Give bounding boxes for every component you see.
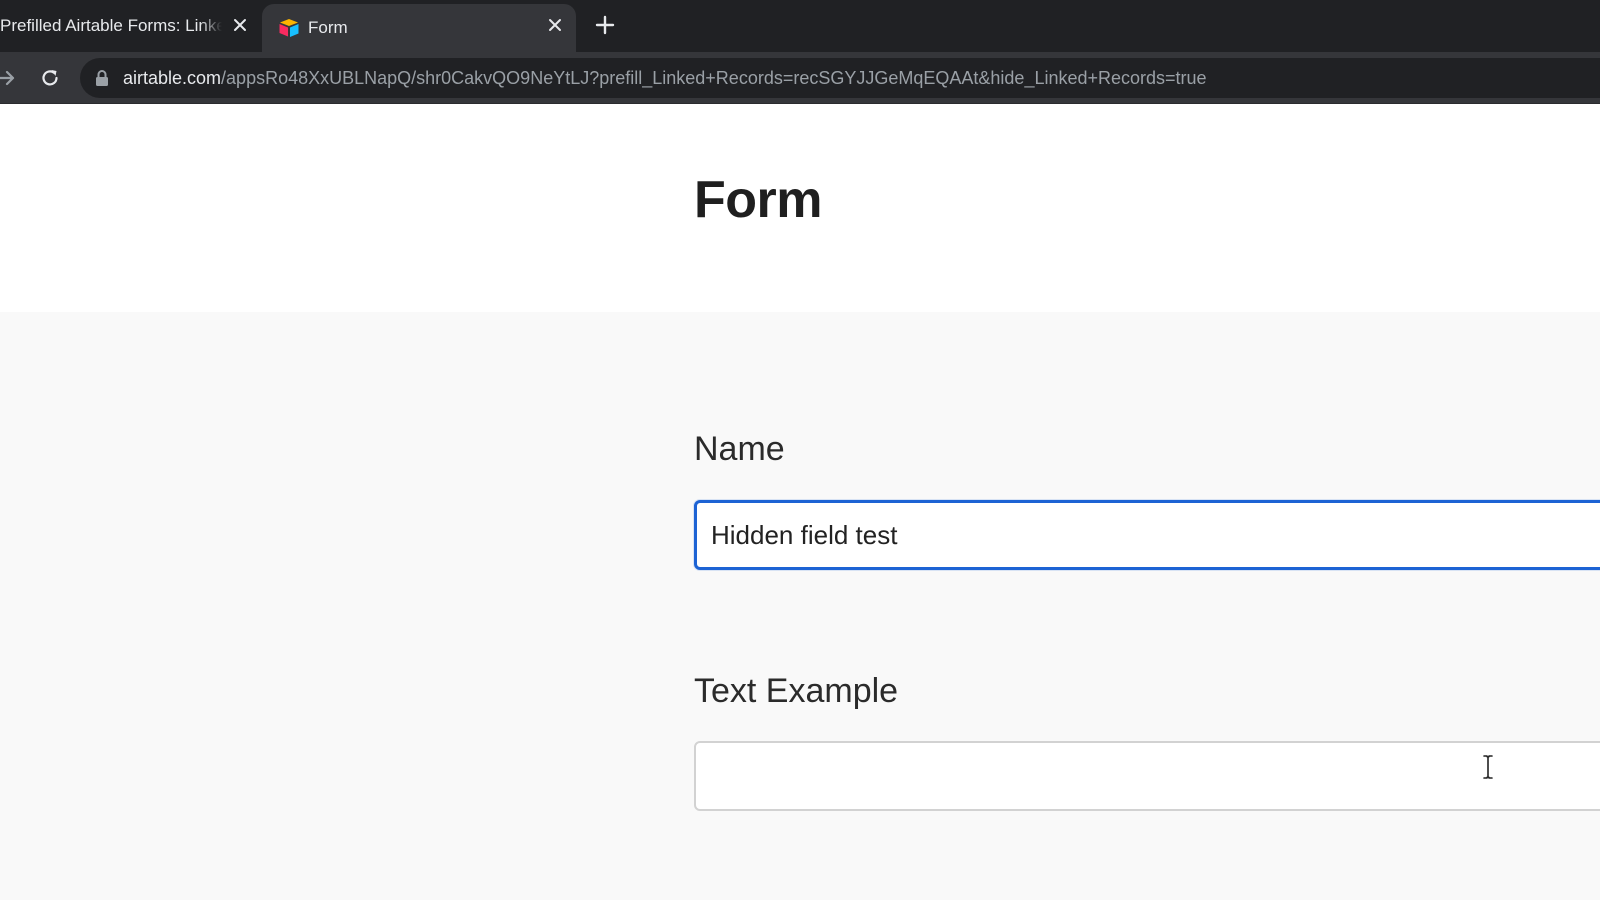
close-icon[interactable]	[229, 14, 251, 36]
forward-arrow-icon	[0, 70, 15, 86]
url-text: airtable.com/appsRo48XxUBLNapQ/shr0CakvQ…	[123, 68, 1207, 89]
name-field-label: Name	[694, 430, 785, 468]
browser-toolbar: airtable.com/appsRo48XxUBLNapQ/shr0CakvQ…	[0, 52, 1600, 104]
browser-tab-prefilled-forms[interactable]: Prefilled Airtable Forms: Linked	[0, 0, 262, 52]
form-body: Name Text Example	[0, 312, 1600, 900]
text-example-field-label: Text Example	[694, 672, 899, 710]
reload-button[interactable]	[36, 64, 64, 92]
url-host: airtable.com	[123, 68, 222, 88]
tab-title: Form	[308, 18, 348, 37]
browser-tab-form[interactable]: Form	[262, 4, 576, 52]
address-bar[interactable]: airtable.com/appsRo48XxUBLNapQ/shr0CakvQ…	[80, 58, 1600, 98]
url-path: /appsRo48XxUBLNapQ/shr0CakvQO9NeYtLJ?pre…	[221, 68, 1207, 88]
page-title: Form	[694, 171, 823, 229]
name-field[interactable]	[694, 500, 1600, 570]
new-tab-button[interactable]	[591, 11, 619, 39]
text-example-field[interactable]	[694, 741, 1600, 811]
browser-tab-strip: Prefilled Airtable Forms: Linked Form	[0, 0, 1600, 52]
plus-icon	[595, 15, 615, 35]
airtable-logo-icon	[278, 17, 300, 39]
close-icon[interactable]	[544, 14, 566, 36]
tab-title: Prefilled Airtable Forms: Linked	[0, 16, 222, 36]
form-header: Form	[0, 104, 1600, 312]
reload-icon	[42, 70, 58, 86]
forward-button[interactable]	[0, 64, 20, 92]
lock-icon[interactable]	[94, 69, 110, 87]
